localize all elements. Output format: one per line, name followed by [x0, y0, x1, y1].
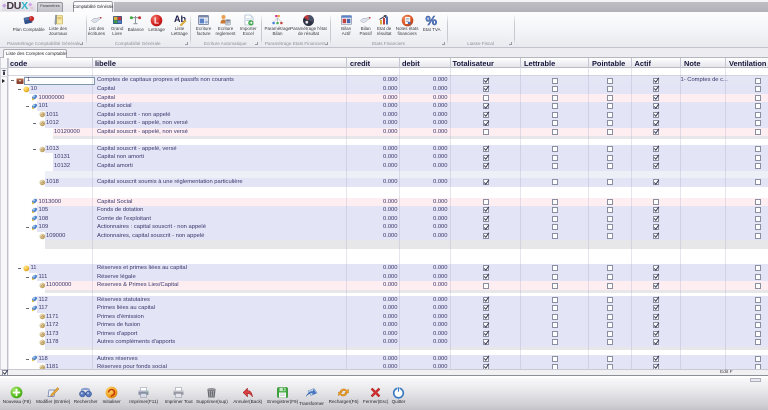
svg-text:%: %: [426, 14, 438, 27]
svg-text:L: L: [154, 16, 159, 25]
